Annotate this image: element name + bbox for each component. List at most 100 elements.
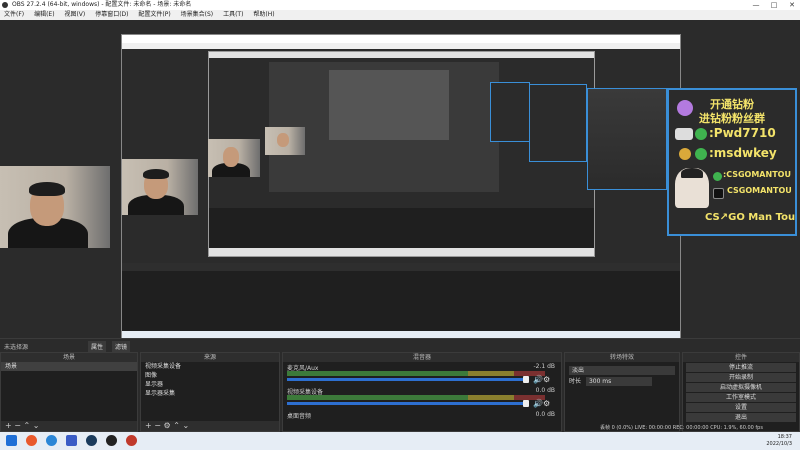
cartoon-avatar <box>675 168 709 208</box>
preview-canvas[interactable]: 开通钻粉 进钻粉粉丝群 :Pwd7710 :msdwkey :CSGOMANTO… <box>0 20 800 342</box>
speaker-icon[interactable]: 🔊⚙ <box>533 375 550 384</box>
channel-db: 0.0 dB <box>535 411 555 418</box>
maximize-button[interactable]: □ <box>766 0 782 10</box>
source-item[interactable]: 图像 <box>141 371 279 380</box>
mixer-dock: 混音器 麦克风/Aux -2.1 dB 🔊⚙ 视频采集设备 0.0 dB 🔊⚙ … <box>282 352 562 432</box>
promo-handle-1: :CSGOMANTOU <box>723 170 791 179</box>
sources-footer: + − ⚙ ⌃ ⌄ <box>141 421 279 431</box>
docks-area: 场景 场景 + − ⌃ ⌄ 来源 视频采集设备 图像 显示器 显示器采集 + −… <box>0 352 800 432</box>
title-bar: OBS 27.2.4 (64-bit, windows) - 配置文件: 未命名… <box>0 0 800 10</box>
mixer-header: 混音器 <box>283 353 561 362</box>
promo-panel: 开通钻粉 进钻粉粉丝群 :Pwd7710 :msdwkey :CSGOMANTO… <box>667 88 797 236</box>
badge-icon <box>677 100 693 116</box>
start-recording-button[interactable]: 开始录制 <box>686 373 796 382</box>
sources-header: 来源 <box>141 353 279 362</box>
gamepad-icon <box>675 128 693 140</box>
obs-status-line: 丢帧 0 (0.0%) LIVE: 00:00:00 REC: 00:00:00… <box>600 424 800 432</box>
menu-profile[interactable]: 配置文件(P) <box>138 10 170 20</box>
mixer-channel: 麦克风/Aux -2.1 dB 🔊⚙ <box>283 362 561 386</box>
channel-db: -2.1 dB <box>533 363 555 370</box>
tiktok-icon <box>713 188 724 199</box>
windows-taskbar: 18:37 2022/10/3 <box>0 432 800 450</box>
no-source-label: 未选择源 <box>4 344 29 351</box>
promo-panel-nested-1 <box>587 88 667 190</box>
mixer-channel: 桌面音频 0.0 dB <box>283 410 561 434</box>
channel-db: 0.0 dB <box>535 387 555 394</box>
promo-handle-2: CSGOMANTOU <box>727 186 792 195</box>
webcam-feed-nested-1 <box>122 159 198 215</box>
transition-select[interactable]: 淡出 <box>569 366 675 375</box>
filters-button[interactable]: 滤镜 <box>112 341 131 352</box>
stop-streaming-button[interactable]: 停止推流 <box>686 363 796 372</box>
scenes-toolbar[interactable]: + − ⌃ ⌄ <box>5 421 39 430</box>
shield-icon[interactable] <box>66 435 77 446</box>
duration-label: 时长 <box>569 378 582 385</box>
scenes-dock: 场景 场景 + − ⌃ ⌄ <box>0 352 138 432</box>
dropped-frames: 丢帧 0 (0.0%) <box>600 425 633 431</box>
source-item[interactable]: 显示器 <box>141 380 279 389</box>
clock-date: 2022/10/3 <box>766 441 792 447</box>
source-item[interactable]: 视频采集设备 <box>141 362 279 371</box>
wechat-icon-2 <box>695 148 707 160</box>
wechat-icon-3 <box>713 172 722 181</box>
cpu-usage: CPU: 1.9%, 60.00 fps <box>710 425 763 431</box>
obs-logo-icon <box>2 2 8 8</box>
source-item[interactable]: 显示器采集 <box>141 389 279 398</box>
volume-knob[interactable] <box>523 400 529 407</box>
virtual-camera-button[interactable]: 启动虚拟摄像机 <box>686 383 796 392</box>
volume-meter <box>287 395 545 400</box>
sources-dock: 来源 视频采集设备 图像 显示器 显示器采集 + − ⚙ ⌃ ⌄ <box>140 352 280 432</box>
menu-tools[interactable]: 工具(T) <box>223 10 243 20</box>
duration-input[interactable]: 300 ms <box>585 377 652 386</box>
close-button[interactable]: ✕ <box>784 0 800 10</box>
controls-header: 控件 <box>683 353 799 362</box>
volume-knob[interactable] <box>523 376 529 383</box>
source-toolbar: 未选择源 属性 滤镜 <box>0 338 800 353</box>
transitions-dock: 转场特效 淡出 时长 300 ms <box>564 352 680 432</box>
transitions-header: 转场特效 <box>565 353 679 362</box>
promo-panel-nested-2 <box>529 84 587 162</box>
promo-panel-nested-3 <box>490 82 530 142</box>
firefox-icon[interactable] <box>26 435 37 446</box>
volume-slider[interactable] <box>287 402 527 405</box>
window-title: OBS 27.2.4 (64-bit, windows) - 配置文件: 未命名… <box>12 1 192 8</box>
menu-view[interactable]: 视图(V) <box>64 10 85 20</box>
promo-id-1: :Pwd7710 <box>709 126 776 140</box>
exit-button[interactable]: 退出 <box>686 413 796 422</box>
webcam-feed-large <box>0 166 110 248</box>
controls-dock: 控件 停止推流 开始录制 启动虚拟摄像机 工作室模式 设置 退出 <box>682 352 800 432</box>
promo-footer: CS↗GO Man Tou <box>705 212 796 223</box>
scenes-footer: + − ⌃ ⌄ <box>1 421 137 431</box>
steam-icon[interactable] <box>86 435 97 446</box>
promo-id-2: :msdwkey <box>709 146 777 160</box>
sources-toolbar[interactable]: + − ⚙ ⌃ ⌄ <box>145 421 189 430</box>
speaker-icon[interactable]: 🔊⚙ <box>533 399 550 408</box>
webcam-feed-nested-2 <box>208 139 260 177</box>
menu-docks[interactable]: 停靠窗口(D) <box>95 10 128 20</box>
medal-icon <box>679 148 691 160</box>
scenes-header: 场景 <box>1 353 137 362</box>
windows-start-icon[interactable] <box>6 435 17 446</box>
wechat-icon <box>695 128 707 140</box>
obs-icon[interactable] <box>106 435 117 446</box>
settings-button[interactable]: 设置 <box>686 403 796 412</box>
scene-item[interactable]: 场景 <box>1 362 137 371</box>
edge-icon[interactable] <box>46 435 57 446</box>
clock-time: 18:37 <box>777 434 792 440</box>
minimize-button[interactable]: — <box>748 0 764 10</box>
rec-time: REC: 00:00:00 <box>672 425 709 431</box>
studio-mode-button[interactable]: 工作室模式 <box>686 393 796 402</box>
menu-edit[interactable]: 编辑(E) <box>34 10 54 20</box>
mixer-channel: 视频采集设备 0.0 dB 🔊⚙ <box>283 386 561 410</box>
channel-name: 桌面音频 <box>287 413 312 420</box>
volume-slider[interactable] <box>287 378 527 381</box>
system-tray-clock[interactable]: 18:37 2022/10/3 <box>766 434 792 448</box>
menu-bar: 文件(F) 编辑(E) 视图(V) 停靠窗口(D) 配置文件(P) 场景集合(S… <box>0 10 800 20</box>
live-time: LIVE: 00:00:00 <box>634 425 672 431</box>
properties-button[interactable]: 属性 <box>88 341 107 352</box>
app-icon[interactable] <box>126 435 137 446</box>
menu-file[interactable]: 文件(F) <box>4 10 24 20</box>
menu-help[interactable]: 帮助(H) <box>253 10 274 20</box>
menu-scene-collection[interactable]: 场景集合(S) <box>181 10 214 20</box>
volume-meter <box>287 371 545 376</box>
